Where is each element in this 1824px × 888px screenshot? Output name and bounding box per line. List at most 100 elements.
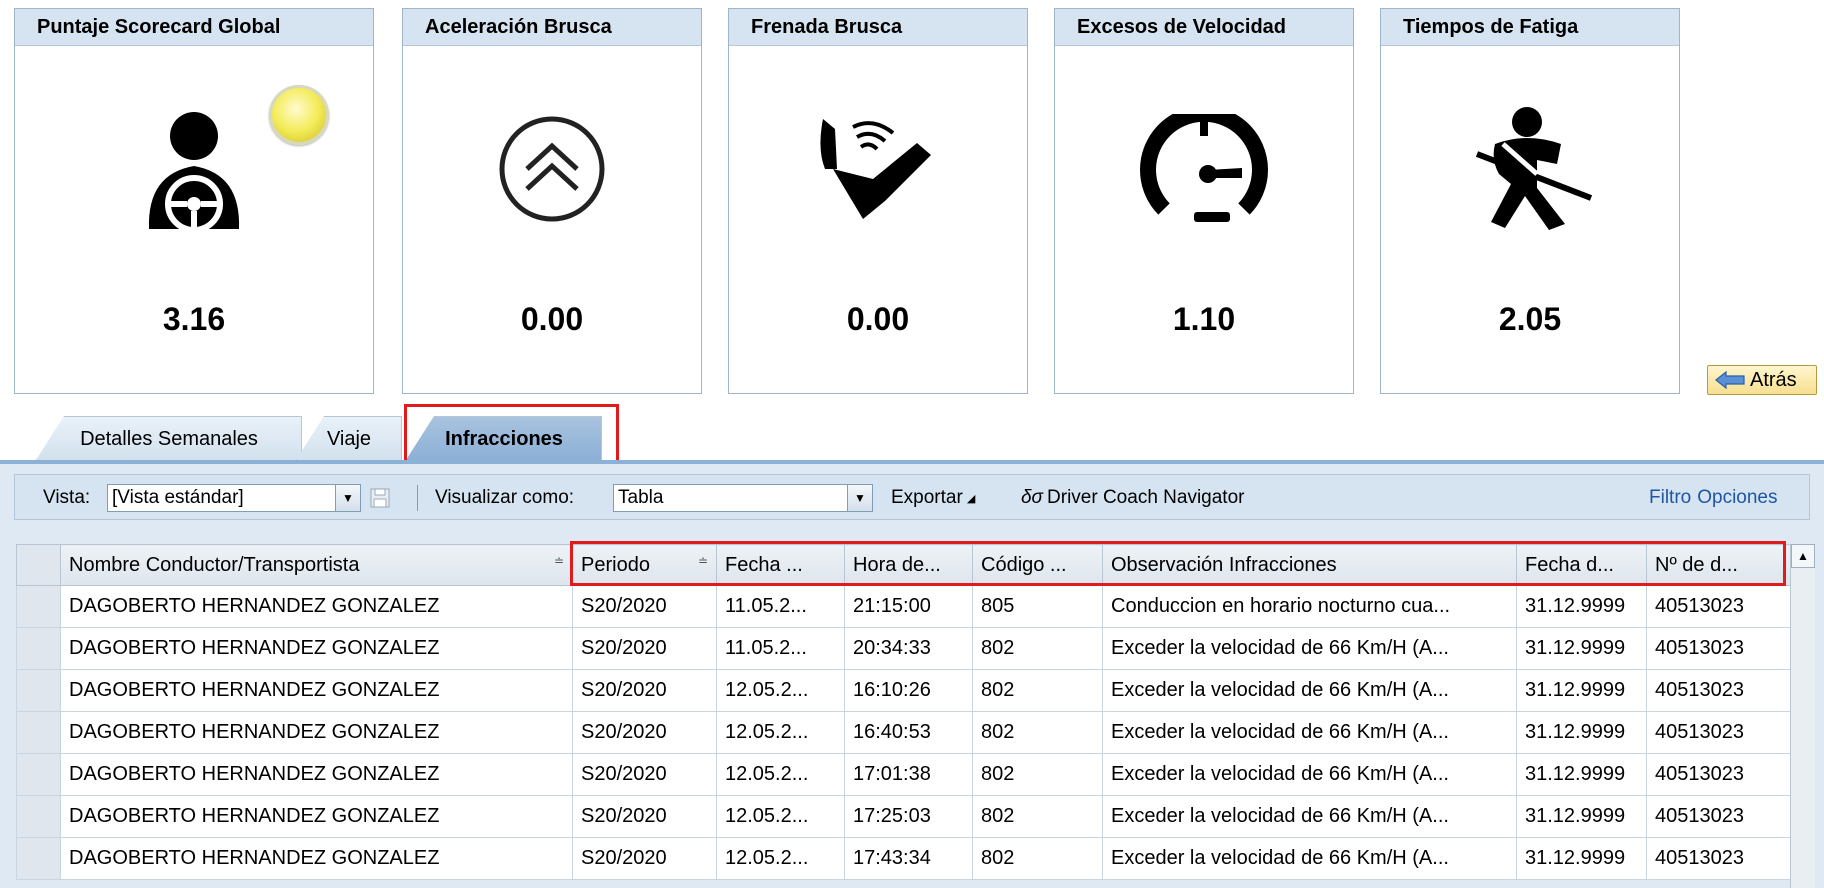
kpi-tile-hard-braking[interactable]: Frenada Brusca 0.00 — [728, 8, 1028, 394]
table-cell: DAGOBERTO HERNANDEZ GONZALEZ — [60, 753, 573, 796]
filter-link[interactable]: Filtro — [1649, 487, 1691, 509]
kpi-title: Tiempos de Fatiga — [1381, 9, 1679, 46]
double-chevron-up-icon — [499, 116, 605, 222]
back-button[interactable]: Atrás — [1707, 365, 1817, 395]
select-all-cell[interactable] — [16, 544, 61, 586]
table-cell: 17:01:38 — [844, 753, 973, 796]
kpi-value: 1.10 — [1172, 301, 1236, 337]
table-toolbar: Vista: [Vista estándar] ▼ Visualizar com… — [14, 474, 1810, 520]
tab-trip[interactable]: Viaje — [296, 416, 402, 460]
table-cell: Exceder la velocidad de 66 Km/H (A... — [1102, 753, 1517, 796]
table-cell: 31.12.9999 — [1516, 795, 1647, 838]
chevron-down-icon[interactable]: ▼ — [847, 485, 872, 511]
table-row[interactable]: DAGOBERTO HERNANDEZ GONZALEZ S20/2020 11… — [16, 585, 1791, 628]
table-cell: 31.12.9999 — [1516, 837, 1647, 880]
row-selector[interactable] — [16, 585, 61, 628]
filter-options-links: Filtro Opciones — [1649, 475, 1778, 521]
table-cell: S20/2020 — [572, 753, 717, 796]
tab-strip: Detalles Semanales Viaje Infracciones — [0, 400, 1824, 462]
table-cell: Exceder la velocidad de 66 Km/H (A... — [1102, 837, 1517, 880]
tab-label: Viaje — [326, 428, 372, 450]
table-cell: 40513023 — [1646, 837, 1791, 880]
toolbar-separator — [417, 485, 418, 511]
kpi-value: 2.05 — [1498, 301, 1562, 337]
display-as-select-value: Tabla — [618, 487, 664, 508]
table-cell: 802 — [972, 627, 1103, 670]
table-cell: 11.05.2... — [716, 585, 845, 628]
table-row[interactable]: DAGOBERTO HERNANDEZ GONZALEZ S20/2020 12… — [16, 753, 1791, 796]
table-cell: 20:34:33 — [844, 627, 973, 670]
chevron-down-icon[interactable]: ▼ — [335, 485, 360, 511]
row-selector[interactable] — [16, 753, 61, 796]
table-cell: 802 — [972, 711, 1103, 754]
table-row[interactable]: DAGOBERTO HERNANDEZ GONZALEZ S20/2020 11… — [16, 627, 1791, 670]
table-cell: 16:40:53 — [844, 711, 973, 754]
kpi-tile-scorecard[interactable]: Puntaje Scorecard Global 3.16 — [14, 8, 374, 394]
table-cell: DAGOBERTO HERNANDEZ GONZALEZ — [60, 669, 573, 712]
row-selector[interactable] — [16, 627, 61, 670]
table-cell: 12.05.2... — [716, 669, 845, 712]
table-cell: DAGOBERTO HERNANDEZ GONZALEZ — [60, 585, 573, 628]
table-cell: 31.12.9999 — [1516, 627, 1647, 670]
save-view-icon[interactable] — [369, 475, 391, 521]
options-link[interactable]: Opciones — [1697, 487, 1777, 509]
table-cell: S20/2020 — [572, 795, 717, 838]
infractions-panel: Vista: [Vista estándar] ▼ Visualizar com… — [0, 464, 1824, 888]
table-row[interactable]: DAGOBERTO HERNANDEZ GONZALEZ S20/2020 12… — [16, 669, 1791, 712]
table-row[interactable]: DAGOBERTO HERNANDEZ GONZALEZ S20/2020 12… — [16, 795, 1791, 838]
driver-steering-wheel-icon — [148, 112, 240, 233]
table-cell: Exceder la velocidad de 66 Km/H (A... — [1102, 627, 1517, 670]
table-cell: 17:25:03 — [844, 795, 973, 838]
table-cell: DAGOBERTO HERNANDEZ GONZALEZ — [60, 837, 573, 880]
table-cell: 12.05.2... — [716, 795, 845, 838]
view-label: Vista: — [43, 487, 91, 508]
view-select[interactable]: [Vista estándar] ▼ — [107, 484, 361, 512]
column-header[interactable]: Nombre Conductor/Transportista ≐ — [60, 544, 573, 586]
brake-pedal-icon — [820, 119, 931, 219]
table-cell: 17:43:34 — [844, 837, 973, 880]
kpi-title: Excesos de Velocidad — [1055, 9, 1353, 46]
table-cell: 21:15:00 — [844, 585, 973, 628]
export-menu[interactable]: Exportar ◢ — [891, 475, 975, 521]
table-cell: 31.12.9999 — [1516, 711, 1647, 754]
speedometer-icon — [1140, 114, 1268, 222]
table-cell: 16:10:26 — [844, 669, 973, 712]
table-cell: 40513023 — [1646, 711, 1791, 754]
row-selector[interactable] — [16, 837, 61, 880]
view-select-value: [Vista estándar] — [112, 487, 244, 508]
table-cell: Exceder la velocidad de 66 Km/H (A... — [1102, 669, 1517, 712]
driver-coach-navigator-button[interactable]: δσ Driver Coach Navigator — [1021, 475, 1244, 521]
tab-label: Detalles Semanales — [80, 428, 258, 450]
table-cell: 11.05.2... — [716, 627, 845, 670]
table-cell: 40513023 — [1646, 753, 1791, 796]
kpi-tile-hard-acceleration[interactable]: Aceleración Brusca 0.00 — [402, 8, 702, 394]
table-cell: 40513023 — [1646, 795, 1791, 838]
table-cell: Exceder la velocidad de 66 Km/H (A... — [1102, 795, 1517, 838]
table-cell: 802 — [972, 669, 1103, 712]
display-as-select[interactable]: Tabla ▼ — [613, 484, 873, 512]
table-cell: 12.05.2... — [716, 753, 845, 796]
kpi-tile-speeding[interactable]: Excesos de Velocidad 1.10 — [1054, 8, 1354, 394]
table-cell: 802 — [972, 837, 1103, 880]
kpi-title: Puntaje Scorecard Global — [15, 9, 373, 46]
tab-weekly-details[interactable]: Detalles Semanales — [36, 416, 302, 460]
table-cell: 802 — [972, 795, 1103, 838]
kpi-tile-fatigue[interactable]: Tiempos de Fatiga 2.05 — [1380, 8, 1680, 394]
row-selector[interactable] — [16, 795, 61, 838]
sort-icon: ≐ — [553, 553, 564, 568]
row-selector[interactable] — [16, 669, 61, 712]
kpi-value: 3.16 — [162, 301, 226, 337]
table-cell: 40513023 — [1646, 585, 1791, 628]
export-label: Exportar — [891, 487, 963, 508]
table-row[interactable]: DAGOBERTO HERNANDEZ GONZALEZ S20/2020 12… — [16, 837, 1791, 880]
scroll-up-icon[interactable]: ▲ — [1791, 544, 1815, 568]
row-selector[interactable] — [16, 711, 61, 754]
vertical-scrollbar[interactable]: ▲ — [1790, 544, 1815, 888]
kpi-value: 0.00 — [846, 301, 910, 337]
table-cell: DAGOBERTO HERNANDEZ GONZALEZ — [60, 795, 573, 838]
kpi-title: Frenada Brusca — [729, 9, 1027, 46]
table-cell: S20/2020 — [572, 837, 717, 880]
table-row[interactable]: DAGOBERTO HERNANDEZ GONZALEZ S20/2020 12… — [16, 711, 1791, 754]
table-cell: DAGOBERTO HERNANDEZ GONZALEZ — [60, 711, 573, 754]
kpi-value: 0.00 — [520, 301, 584, 337]
